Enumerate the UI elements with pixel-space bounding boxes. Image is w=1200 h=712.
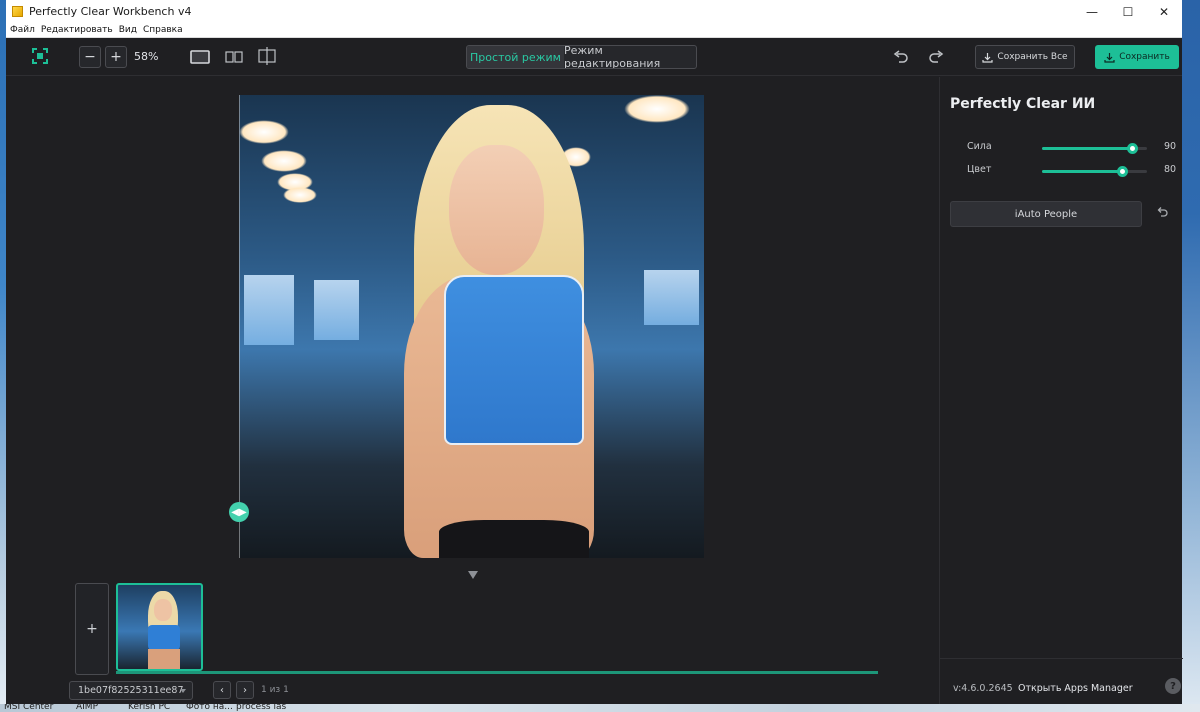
crop-icon[interactable] (30, 46, 50, 66)
single-view-icon[interactable] (189, 48, 211, 66)
split-line (239, 95, 240, 558)
download-icon (982, 52, 994, 63)
apps-manager-link[interactable]: Открыть Apps Manager (1018, 683, 1133, 694)
app-window: Perfectly Clear Workbench v4 — ☐ ✕ Файл … (6, 0, 1183, 704)
split-view-icon[interactable] (256, 46, 278, 66)
app-logo-icon (12, 6, 23, 17)
reset-icon[interactable] (1155, 205, 1169, 219)
download-icon (1104, 52, 1115, 63)
main-toolbar: − + 58% Простой режим Режим редактирован… (6, 38, 1182, 76)
zoom-out-button[interactable]: − (79, 46, 101, 68)
prev-image-button[interactable]: ‹ (213, 681, 231, 699)
slider-label: Сила (967, 141, 992, 152)
progress-bar (116, 671, 878, 674)
slider-thumb[interactable] (1127, 143, 1139, 154)
image-canvas[interactable]: ◀▶ + 1be07f82525311ee87 ‹ › 1 из 1 (6, 77, 939, 704)
taskbar-item[interactable]: AIMP (76, 704, 98, 712)
side-by-side-icon[interactable] (223, 48, 245, 66)
slider-fill (1042, 147, 1133, 150)
zoom-level: 58% (134, 50, 159, 63)
file-name: 1be07f82525311ee87 (78, 685, 184, 696)
version-label: v:4.6.0.2645 (953, 683, 1013, 694)
close-button[interactable]: ✕ (1146, 0, 1182, 23)
slider-thumb[interactable] (1116, 166, 1128, 177)
taskbar-item[interactable]: Фото на... (186, 704, 233, 712)
taskbar: MSI Center AIMP Kerish PC Фото на... pro… (0, 704, 1200, 712)
minimize-button[interactable]: — (1074, 0, 1110, 23)
menu-edit[interactable]: Редактировать (41, 25, 113, 35)
slider-strength: Сила 90 (967, 141, 1177, 155)
next-image-button[interactable]: › (236, 681, 254, 699)
tab-edit-mode[interactable]: Режим редактирования (564, 46, 696, 68)
file-select[interactable]: 1be07f82525311ee87 (69, 681, 193, 700)
menu-bar: Файл Редактировать Вид Справка (6, 23, 1182, 38)
desktop-right-edge (1182, 0, 1200, 712)
zoom-in-button[interactable]: + (105, 46, 127, 68)
taskbar-item[interactable]: Kerish PC (128, 704, 170, 712)
preview-image[interactable] (239, 95, 704, 558)
taskbar-item[interactable]: MSI Center (4, 704, 53, 712)
save-button[interactable]: Сохранить (1095, 45, 1179, 69)
mode-switch: Простой режим Режим редактирования (466, 45, 697, 69)
settings-panel: Perfectly Clear ИИ Сила 90 Цвет 80 iAuto… (939, 77, 1183, 704)
save-all-label: Сохранить Все (997, 52, 1068, 62)
save-label: Сохранить (1119, 52, 1170, 62)
panel-title: Perfectly Clear ИИ (950, 96, 1096, 112)
collapse-filmstrip-icon[interactable] (468, 571, 478, 579)
slider-color: Цвет 80 (967, 164, 1177, 178)
split-handle[interactable]: ◀▶ (229, 502, 249, 522)
slider-track[interactable] (1042, 143, 1147, 154)
menu-help[interactable]: Справка (143, 25, 183, 35)
iauto-people-button[interactable]: iAuto People (950, 201, 1142, 227)
add-image-button[interactable]: + (75, 583, 109, 675)
chevron-down-icon (180, 689, 186, 693)
page-count: 1 из 1 (261, 685, 289, 695)
undo-icon[interactable] (892, 48, 910, 66)
panel-footer: v:4.6.0.2645 Открыть Apps Manager ? (940, 658, 1183, 704)
thumbnail-image[interactable] (116, 583, 203, 671)
slider-track[interactable] (1042, 166, 1147, 177)
tab-simple-mode[interactable]: Простой режим (467, 46, 564, 68)
menu-file[interactable]: Файл (10, 25, 35, 35)
slider-value: 80 (1164, 164, 1177, 175)
window-title: Perfectly Clear Workbench v4 (29, 5, 192, 18)
slider-fill (1042, 170, 1122, 173)
slider-value: 90 (1164, 141, 1177, 152)
taskbar-item[interactable]: process las (236, 704, 286, 712)
menu-view[interactable]: Вид (119, 25, 137, 35)
window-controls: — ☐ ✕ (1074, 0, 1182, 23)
help-icon[interactable]: ? (1165, 678, 1181, 694)
title-bar: Perfectly Clear Workbench v4 — ☐ ✕ (6, 0, 1182, 23)
save-all-button[interactable]: Сохранить Все (975, 45, 1075, 69)
redo-icon[interactable] (927, 48, 945, 66)
slider-label: Цвет (967, 164, 992, 175)
maximize-button[interactable]: ☐ (1110, 0, 1146, 23)
